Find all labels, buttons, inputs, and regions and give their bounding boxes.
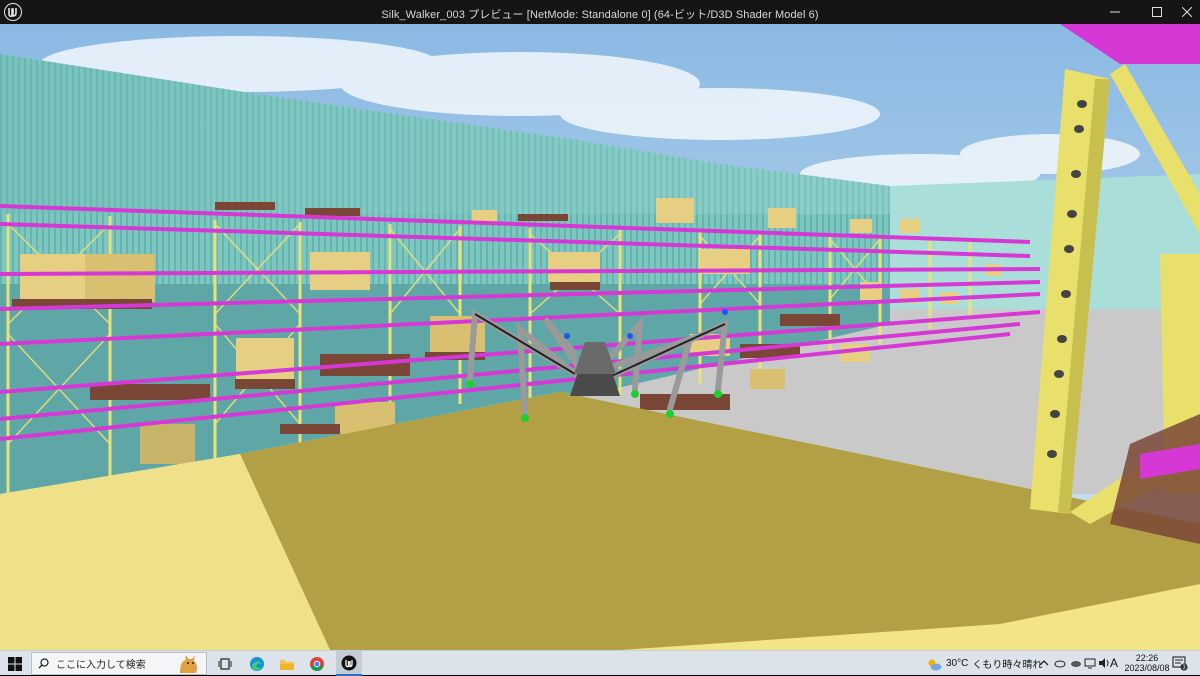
onedrive-icon[interactable] [1054,657,1066,669]
cat-icon [180,654,198,673]
task-view-button[interactable] [214,651,236,676]
cloud-sync-icon[interactable] [1070,657,1082,669]
clock-time: 22:26 [1135,653,1159,663]
chrome-icon [310,656,324,671]
warehouse-rack-scene [0,24,1200,650]
clock-date: 2023/08/08 [1124,663,1170,673]
taskbar-clock[interactable]: 22:26 2023/08/08 [1124,653,1170,673]
start-button[interactable] [0,651,30,676]
edge-icon [250,656,264,671]
show-hidden-icons-chevron-icon[interactable] [1038,657,1050,669]
unreal-icon [341,655,357,670]
weather-condition: くもり時々晴れ [972,660,1043,671]
partly-cloudy-icon [928,659,942,670]
weather-temp: 30°C [946,658,969,669]
taskbar-search-box[interactable]: ここに入力して検索 [31,652,207,675]
warehouse-side-wall [890,174,1200,324]
task-view-icon [218,657,232,670]
notification-center-button[interactable]: 3 [1172,656,1188,671]
unreal-editor-button[interactable] [336,651,362,676]
chrome-button[interactable] [306,651,328,676]
search-icon [38,658,49,669]
search-placeholder: ここに入力して検索 [56,660,146,671]
minimize-icon [1110,11,1120,13]
edge-button[interactable] [246,651,268,676]
maximize-button[interactable] [1140,0,1174,24]
close-button[interactable] [1170,0,1200,24]
explorer-button[interactable] [276,651,298,676]
minimize-button[interactable] [1098,0,1132,24]
windows-logo-icon [8,656,22,671]
window-title: Silk_Walker_003 プレビュー [NetMode: Standalo… [381,9,819,21]
folder-icon [280,659,294,670]
close-icon [1182,7,1192,17]
weather-widget[interactable]: 30°C くもり時々晴れ [926,651,1042,676]
notification-icon: 3 [1172,656,1188,671]
network-icon[interactable] [1084,657,1096,669]
volume-icon[interactable] [1098,657,1110,669]
windows-taskbar: ここに入力して検索 30°C くもり時々晴れ A 22:26 2023/08/0… [0,650,1200,676]
game-viewport[interactable] [0,24,1200,650]
maximize-icon [1152,7,1162,17]
window-titlebar[interactable]: Silk_Walker_003 プレビュー [NetMode: Standalo… [0,0,1200,24]
ime-indicator[interactable]: A [1110,656,1118,670]
